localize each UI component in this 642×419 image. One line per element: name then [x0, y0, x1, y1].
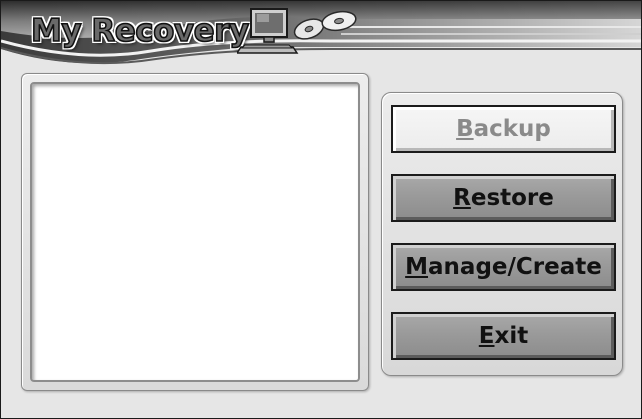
app-title: My Recovery — [30, 12, 250, 50]
exit-accel: E — [478, 323, 495, 349]
backup-label: ackup — [473, 116, 551, 142]
restore-button[interactable]: Restore — [391, 174, 616, 222]
exit-button[interactable]: Exit — [391, 312, 616, 360]
backup-accel: B — [456, 116, 474, 142]
main-window: My Recovery Backup Restore M anage/Creat… — [0, 0, 642, 419]
manage-create-button[interactable]: Manage/Create — [391, 243, 616, 291]
backup-button[interactable]: Backup — [391, 105, 616, 153]
restore-label: estore — [470, 185, 554, 211]
recovery-list[interactable] — [30, 82, 360, 382]
button-panel: Backup Restore Manage/Create Exit — [381, 92, 623, 376]
header-banner: My Recovery — [1, 1, 641, 71]
manage-accel: M — [405, 254, 429, 280]
restore-accel: R — [453, 185, 471, 211]
list-panel — [21, 73, 369, 391]
manage-label: anage/Create — [428, 254, 602, 280]
exit-label: xit — [494, 323, 529, 349]
computer-with-discs-icon — [237, 8, 357, 54]
